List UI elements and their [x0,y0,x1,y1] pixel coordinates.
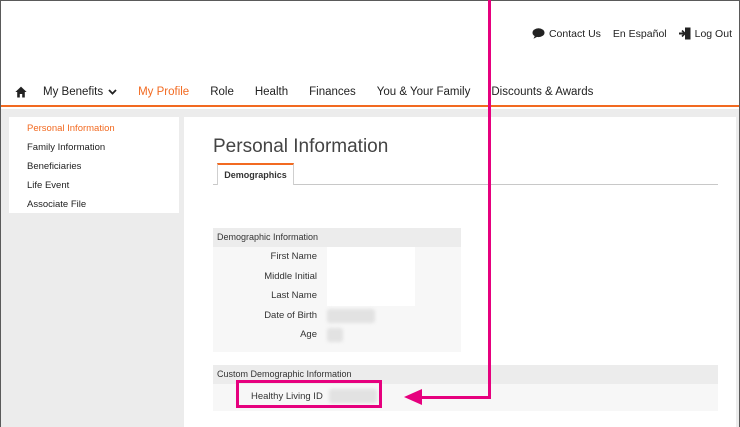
sidebar-item-family-information[interactable]: Family Information [9,139,179,158]
contact-us-label: Contact Us [548,27,601,40]
page-title: Personal Information [213,136,389,157]
logout-link[interactable]: Log Out [678,27,732,40]
tab-demographics[interactable]: Demographics [217,163,294,185]
annotation-connector-vertical [488,0,491,398]
home-link[interactable] [15,86,29,98]
nav-role[interactable]: Role [210,86,234,98]
sidebar-item-associate-file[interactable]: Associate File [9,196,179,215]
nav-discounts[interactable]: Discounts & Awards [491,86,593,98]
nav-my-profile-label: My Profile [138,86,190,98]
nav-discounts-label: Discounts & Awards [491,86,594,98]
age-row: Age [213,325,461,345]
annotation-highlight-box [236,380,382,408]
age-redacted [327,328,343,342]
date-of-birth-row: Date of Birth [213,306,461,326]
nav-my-profile[interactable]: My Profile [138,86,189,98]
sidebar-item-life-event[interactable]: Life Event [9,177,179,196]
annotation-connector-horizontal [418,396,491,399]
nav-finances[interactable]: Finances [309,86,356,98]
logout-label: Log Out [694,27,732,40]
annotation-arrow-icon [404,389,422,405]
middle-initial-label: Middle Initial [264,270,317,282]
date-of-birth-redacted [327,308,375,323]
nav-you-family-label: You & Your Family [376,86,471,98]
main-nav: My Benefits My Profile Role Health Finan… [1,79,739,107]
tab-strip: Demographics [213,163,718,185]
last-name-row: Last Name [213,286,461,306]
profile-sidebar: Personal Information Family Information … [9,117,179,213]
first-name-row: First Name [213,247,461,267]
first-name-label: First Name [270,251,317,262]
first-name-value [327,247,415,267]
nav-health[interactable]: Health [255,86,288,98]
home-icon [15,86,27,98]
sidebar-item-beneficiaries[interactable]: Beneficiaries [9,158,179,177]
nav-my-benefits[interactable]: My Benefits [43,86,117,98]
espanol-link[interactable]: En Español [613,28,667,40]
espanol-label: En Español [612,27,667,40]
contact-us-link[interactable]: Contact Us [532,28,601,40]
nav-role-label: Role [210,86,234,98]
middle-initial-value [327,266,415,286]
date-of-birth-label: Date of Birth [264,309,317,321]
sidebar-item-personal-information[interactable]: Personal Information [9,120,179,139]
utility-bar: Contact Us En Español Log Out [520,27,732,40]
logout-door-icon [678,27,691,40]
last-name-value [327,286,415,306]
chat-bubble-icon [532,28,545,39]
nav-health-label: Health [254,86,289,98]
demographic-information-panel: Demographic Information First Name Middl… [213,228,461,352]
nav-finances-label: Finances [309,86,356,98]
nav-you-family[interactable]: You & Your Family [377,86,471,98]
chevron-down-icon [108,89,117,95]
middle-initial-row: Middle Initial [213,266,461,286]
last-name-label: Last Name [271,290,317,301]
nav-my-benefits-label: My Benefits [43,86,104,98]
age-label: Age [300,329,317,340]
demographic-information-header: Demographic Information [213,228,461,247]
